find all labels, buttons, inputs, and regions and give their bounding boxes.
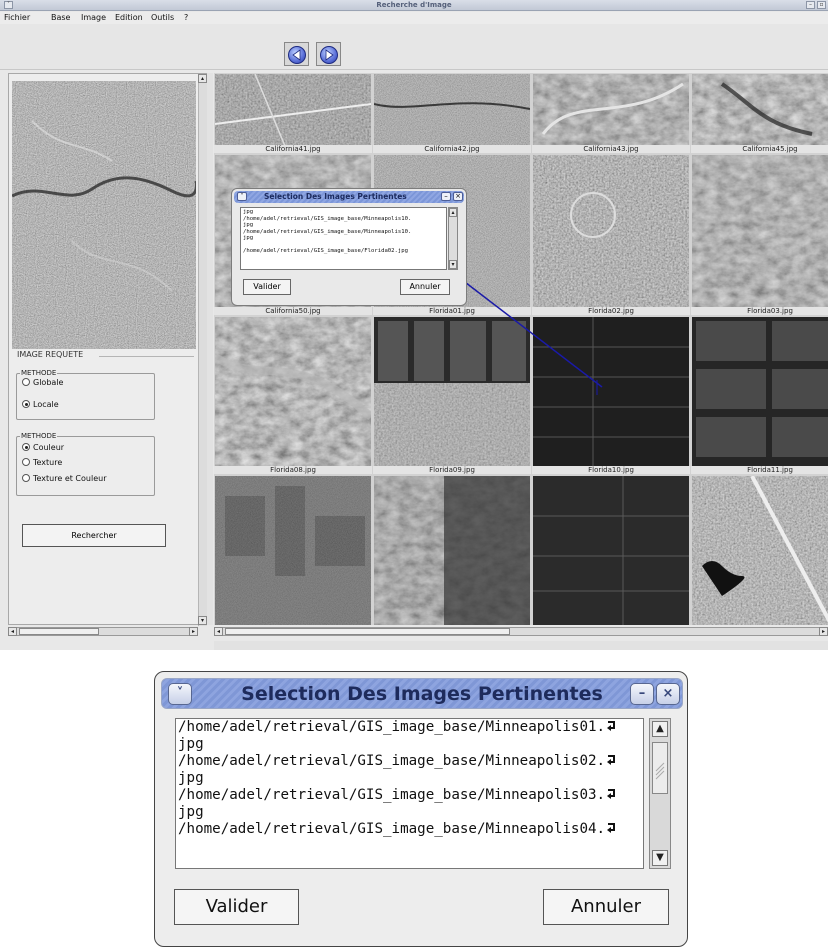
- line-wrap-icon: [607, 754, 616, 766]
- line-wrap-icon: [607, 822, 616, 834]
- path-line: jpg: [178, 770, 204, 786]
- query-panel-scrollbar[interactable]: ▴ ▾: [198, 74, 207, 626]
- results-grid: California41.jpg California42.jpg Califo…: [214, 73, 828, 625]
- path-line: /home/adel/retrieval/GIS_image_base/Minn…: [178, 787, 641, 804]
- path-text: /home/adel/retrieval/GIS_image_base/Minn…: [178, 787, 606, 803]
- scroll-right-icon[interactable]: ▸: [819, 627, 828, 636]
- radio-label: Couleur: [33, 443, 65, 452]
- scroll-down-icon[interactable]: ▼: [652, 850, 668, 866]
- scroll-up-icon[interactable]: ▴: [449, 208, 457, 217]
- cancel-button[interactable]: Annuler: [543, 889, 669, 925]
- path-line: jpg: [243, 235, 254, 242]
- radio-globale[interactable]: Globale: [22, 378, 63, 387]
- minimize-icon[interactable]: –: [630, 683, 654, 705]
- path-text: /home/adel/retrieval/GIS_image_base/Minn…: [178, 753, 606, 769]
- menu-help[interactable]: ?: [184, 13, 188, 22]
- validate-button[interactable]: Valider: [243, 279, 291, 295]
- line-wrap-icon: [607, 720, 616, 732]
- dialog-scrollbar[interactable]: ▴ ▾: [448, 207, 458, 270]
- path-line: jpg: [243, 222, 254, 229]
- radio-label: Texture: [33, 458, 63, 467]
- radio-button-icon: [22, 474, 30, 482]
- query-panel-horizontal-scrollbar[interactable]: ◂ ▸: [8, 627, 198, 636]
- radio-locale[interactable]: Locale: [22, 400, 59, 409]
- menu-outils[interactable]: Outils: [151, 13, 174, 22]
- scrollbar-thumb[interactable]: [652, 742, 668, 794]
- close-icon[interactable]: ×: [656, 683, 680, 705]
- scroll-left-icon[interactable]: ◂: [214, 627, 223, 636]
- radio-label: Texture et Couleur: [33, 474, 107, 483]
- method-group-title: METHODE: [20, 432, 58, 440]
- path-line: jpg: [178, 736, 204, 752]
- path-line: /home/adel/retrieval/GIS_image_base/Minn…: [178, 753, 641, 770]
- menu-edition[interactable]: Edition: [115, 13, 143, 22]
- results-horizontal-scrollbar[interactable]: ◂ ▸: [214, 627, 828, 636]
- main-window: ˅ Recherche d'Image – ▫ Fichier Base Ima…: [0, 0, 828, 650]
- window-minimize-icon[interactable]: –: [806, 1, 815, 9]
- path-text: /home/adel/retrieval/GIS_image_base/Minn…: [178, 821, 606, 837]
- radio-label: Globale: [33, 378, 64, 387]
- path-line: /home/adel/retrieval/GIS_image_base/Minn…: [178, 719, 641, 736]
- query-panel: ▴ ▾ IMAGE REQUETE METHODE Globale Locale…: [8, 73, 207, 626]
- menu-bar: Fichier Base Image Edition Outils ?: [0, 12, 828, 24]
- query-image: [12, 81, 196, 349]
- path-text: /home/adel/retrieval/GIS_image_base/Minn…: [178, 719, 606, 735]
- method-group-title: METHODE: [20, 369, 58, 377]
- minimize-icon[interactable]: –: [441, 192, 451, 201]
- scroll-up-icon[interactable]: ▴: [198, 74, 207, 83]
- path-line: /home/adel/retrieval/GIS_image_base/Minn…: [178, 821, 641, 838]
- search-button[interactable]: Rechercher: [22, 524, 166, 547]
- radio-button-icon: [22, 378, 30, 386]
- radio-button-icon: [22, 458, 30, 466]
- scrollbar-thumb[interactable]: [225, 628, 510, 635]
- scroll-down-icon[interactable]: ▾: [449, 260, 457, 269]
- section-title: IMAGE REQUETE: [17, 350, 84, 359]
- path-line: /home/adel/retrieval/GIS_image_base/Minn…: [243, 215, 412, 222]
- path-line-current: /home/adel/retrieval/GIS_image_base/Flor…: [243, 247, 409, 254]
- method-group-scope: METHODE Globale Locale: [16, 369, 155, 420]
- dialog-title: Selection Des Images Pertinentes: [264, 192, 407, 201]
- section-divider: [99, 356, 194, 357]
- radio-label: Locale: [33, 400, 59, 409]
- scroll-up-icon[interactable]: ▲: [652, 721, 668, 737]
- relevant-images-dialog-small: ˅ Selection Des Images Pertinentes – × j…: [231, 188, 467, 306]
- dialog-titlebar: ˅ Selection Des Images Pertinentes – ×: [161, 678, 683, 709]
- path-line: /home/adel/retrieval/GIS_image_base/Minn…: [243, 228, 412, 235]
- menu-fichier[interactable]: Fichier: [4, 13, 30, 22]
- method-group-feature: METHODE Couleur Texture Texture et Coule…: [16, 432, 155, 496]
- radio-texture-et-couleur[interactable]: Texture et Couleur: [22, 474, 106, 483]
- previous-page-button[interactable]: [284, 42, 309, 66]
- line-wrap-icon: [607, 788, 616, 800]
- dialog-titlebar: ˅ Selection Des Images Pertinentes – ×: [234, 191, 464, 203]
- window-title: Recherche d'Image: [376, 1, 452, 9]
- status-bar: [214, 641, 828, 650]
- scroll-down-icon[interactable]: ▾: [198, 616, 207, 625]
- radio-couleur[interactable]: Couleur: [22, 443, 64, 452]
- radio-button-selected-icon: [22, 443, 30, 451]
- selected-paths-textarea[interactable]: jpg /home/adel/retrieval/GIS_image_base/…: [240, 207, 447, 270]
- path-line: jpg: [243, 209, 254, 215]
- radio-texture[interactable]: Texture: [22, 458, 62, 467]
- chevron-down-icon[interactable]: ˅: [237, 192, 247, 201]
- scroll-left-icon[interactable]: ◂: [8, 627, 17, 636]
- menu-image[interactable]: Image: [81, 13, 106, 22]
- panel-splitter[interactable]: [207, 73, 213, 625]
- next-page-button[interactable]: [316, 42, 341, 66]
- selected-paths-textarea[interactable]: /home/adel/retrieval/GIS_image_base/Minn…: [175, 718, 644, 869]
- scrollbar-thumb[interactable]: [19, 628, 99, 635]
- dialog-scrollbar[interactable]: ▲ ▼: [649, 718, 671, 869]
- path-line: jpg: [178, 804, 204, 820]
- window-titlebar: ˅ Recherche d'Image – ▫: [0, 0, 828, 11]
- validate-button[interactable]: Valider: [174, 889, 299, 925]
- cancel-button[interactable]: Annuler: [400, 279, 450, 295]
- radio-button-selected-icon: [22, 400, 30, 408]
- relevant-images-dialog-zoomed: ˅ Selection Des Images Pertinentes – × /…: [154, 671, 688, 947]
- dialog-title: Selection Des Images Pertinentes: [241, 683, 603, 705]
- scroll-right-icon[interactable]: ▸: [189, 627, 198, 636]
- menu-base[interactable]: Base: [51, 13, 70, 22]
- selection-connector-line: [439, 262, 603, 395]
- window-maximize-icon[interactable]: ▫: [817, 1, 826, 9]
- navigation-toolbar: [0, 24, 828, 70]
- close-icon[interactable]: ×: [453, 192, 463, 201]
